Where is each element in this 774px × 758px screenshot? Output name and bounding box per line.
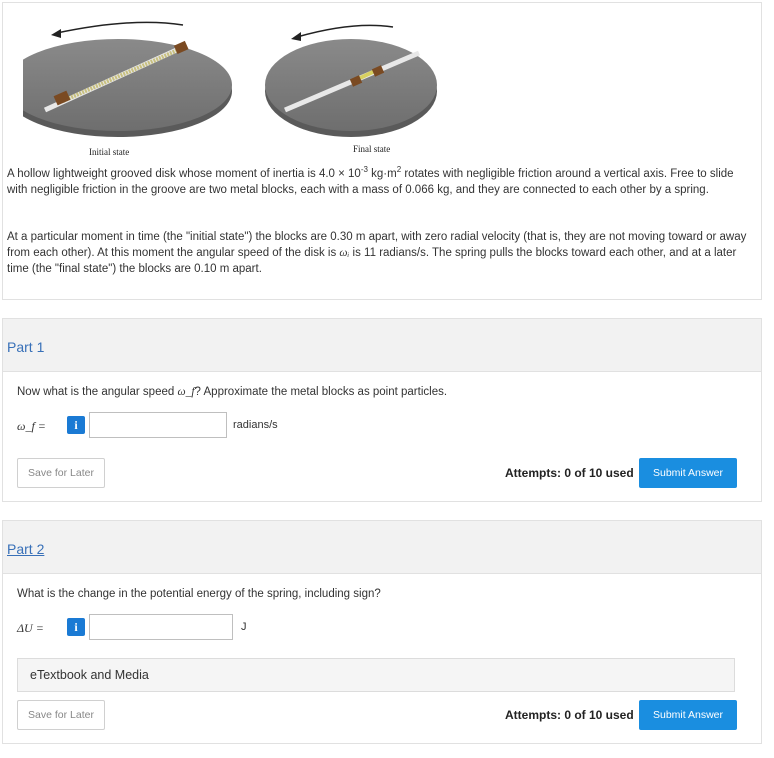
problem-paragraph-2: At a particular moment in time (the "ini… xyxy=(7,229,751,277)
initial-state-caption: Initial state xyxy=(89,147,130,157)
part-1-header: Part 1 xyxy=(2,318,762,372)
inertia-exponent: -3 xyxy=(360,165,368,175)
attempts-counter: Attempts: 0 of 10 used xyxy=(505,708,634,722)
omega-f-symbol: ω_f xyxy=(177,386,195,398)
submit-answer-button[interactable]: Submit Answer xyxy=(639,700,737,730)
inertia-unit: kg·m xyxy=(367,168,397,180)
part-1-question-b: ? Approximate the metal blocks as point … xyxy=(194,386,448,398)
info-icon[interactable]: i xyxy=(67,618,85,636)
part-1-title[interactable]: Part 1 xyxy=(7,339,44,355)
problem-card: Initial state Final state A hollow light… xyxy=(2,2,762,300)
submit-answer-button[interactable]: Submit Answer xyxy=(639,458,737,488)
part-1-unit: radians/s xyxy=(233,419,278,431)
omega-i-symbol: ωᵢ xyxy=(339,247,350,259)
part-2-title[interactable]: Part 2 xyxy=(7,541,44,557)
final-disk xyxy=(265,24,437,137)
part-1-question: Now what is the angular speed ω_f? Appro… xyxy=(17,386,447,398)
etextbook-media-panel[interactable]: eTextbook and Media xyxy=(17,658,735,692)
p1-text-a: A hollow lightweight grooved disk whose … xyxy=(7,168,319,180)
part-2-question: What is the change in the potential ener… xyxy=(17,588,381,600)
info-icon[interactable]: i xyxy=(67,416,85,434)
problem-paragraph-1: A hollow lightweight grooved disk whose … xyxy=(7,166,751,198)
delta-u-label: ΔU = xyxy=(17,621,44,635)
inertia-coefficient: 4.0 × 10 xyxy=(318,168,361,180)
save-for-later-button[interactable]: Save for Later xyxy=(17,700,105,730)
delta-u-input[interactable] xyxy=(89,614,233,640)
part-2-header: Part 2 xyxy=(2,520,762,574)
save-for-later-button[interactable]: Save for Later xyxy=(17,458,105,488)
part-1-body: Now what is the angular speed ω_f? Appro… xyxy=(2,372,762,502)
attempts-counter: Attempts: 0 of 10 used xyxy=(505,466,634,480)
omega-f-label: ω_f = xyxy=(17,419,46,433)
initial-disk xyxy=(23,21,232,137)
omega-f-input[interactable] xyxy=(89,412,227,438)
part-2-body: What is the change in the potential ener… xyxy=(2,574,762,744)
final-state-caption: Final state xyxy=(353,144,391,154)
disk-figure xyxy=(23,21,437,137)
part-1-question-a: Now what is the angular speed xyxy=(17,386,178,398)
part-2-unit: J xyxy=(241,621,247,633)
